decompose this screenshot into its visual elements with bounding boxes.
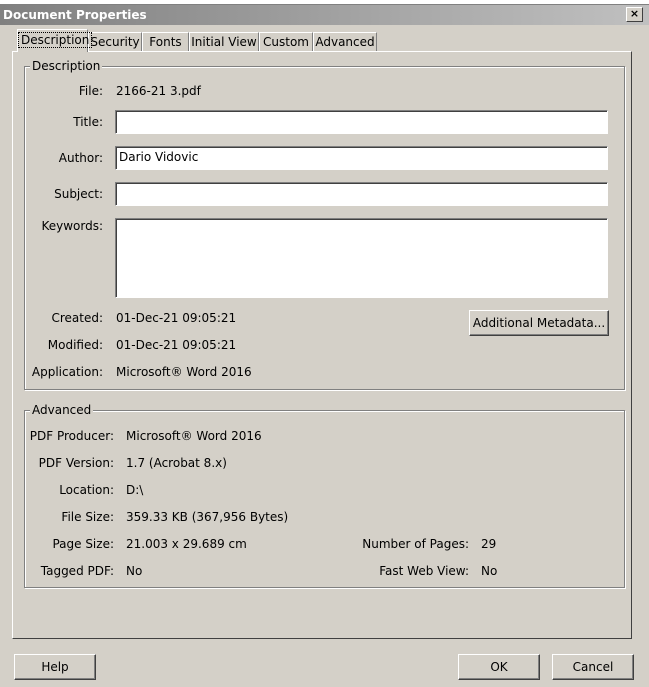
- advanced-group: [24, 410, 625, 588]
- description-legend: Description: [30, 59, 103, 73]
- tab-custom[interactable]: Custom: [259, 32, 313, 51]
- ok-button[interactable]: OK: [458, 654, 540, 680]
- tab-security[interactable]: Security: [88, 32, 142, 51]
- modified-value: 01-Dec-21 09:05:21: [116, 338, 237, 352]
- tab-fonts[interactable]: Fonts: [142, 32, 189, 51]
- tab-description-label: Description: [18, 32, 93, 48]
- cancel-button[interactable]: Cancel: [552, 654, 634, 680]
- tagged-pdf-value: No: [126, 564, 143, 578]
- close-button[interactable]: ×: [626, 7, 643, 22]
- page-size-label: Page Size:: [52, 537, 114, 551]
- pdf-version-value: 1.7 (Acrobat 8.x): [126, 456, 227, 470]
- created-value: 01-Dec-21 09:05:21: [116, 311, 237, 325]
- modified-label: Modified:: [47, 338, 103, 352]
- page-size-value: 21.003 x 29.689 cm: [126, 537, 247, 551]
- location-value: D:\: [126, 483, 144, 497]
- tab-initial-view[interactable]: Initial View: [189, 32, 259, 51]
- number-of-pages-value: 29: [481, 537, 497, 551]
- pdf-version-label: PDF Version:: [38, 456, 114, 470]
- location-label: Location:: [59, 483, 114, 497]
- fast-web-view-value: No: [481, 564, 498, 578]
- keywords-label: Keywords:: [41, 219, 103, 233]
- tab-description[interactable]: Description: [17, 29, 93, 52]
- dialog-title: Document Properties: [3, 8, 147, 22]
- tagged-pdf-label: Tagged PDF:: [40, 564, 114, 578]
- subject-label: Subject:: [54, 187, 103, 201]
- pdf-producer-value: Microsoft® Word 2016: [126, 429, 262, 443]
- file-size-value: 359.33 KB (367,956 Bytes): [126, 510, 289, 524]
- file-size-label: File Size:: [61, 510, 114, 524]
- additional-metadata-button[interactable]: Additional Metadata...: [469, 310, 609, 336]
- pdf-producer-label: PDF Producer:: [29, 429, 114, 443]
- keywords-field[interactable]: [115, 218, 608, 298]
- fast-web-view-label: Fast Web View:: [379, 564, 469, 578]
- title-label: Title:: [73, 115, 103, 129]
- number-of-pages-label: Number of Pages:: [362, 537, 469, 551]
- created-label: Created:: [51, 311, 103, 325]
- file-value: 2166-21 3.pdf: [116, 84, 201, 98]
- file-label: File:: [78, 84, 103, 98]
- tab-advanced[interactable]: Advanced: [313, 32, 377, 51]
- advanced-legend: Advanced: [30, 403, 94, 417]
- application-value: Microsoft® Word 2016: [116, 365, 252, 379]
- help-button[interactable]: Help: [14, 654, 96, 680]
- subject-field[interactable]: [115, 182, 608, 206]
- author-field[interactable]: Dario Vidovic: [115, 146, 608, 170]
- dialog-title-bar[interactable]: Document Properties ×: [0, 5, 649, 25]
- author-label: Author:: [58, 151, 103, 165]
- application-label: Application:: [31, 365, 103, 379]
- title-field[interactable]: [115, 110, 608, 134]
